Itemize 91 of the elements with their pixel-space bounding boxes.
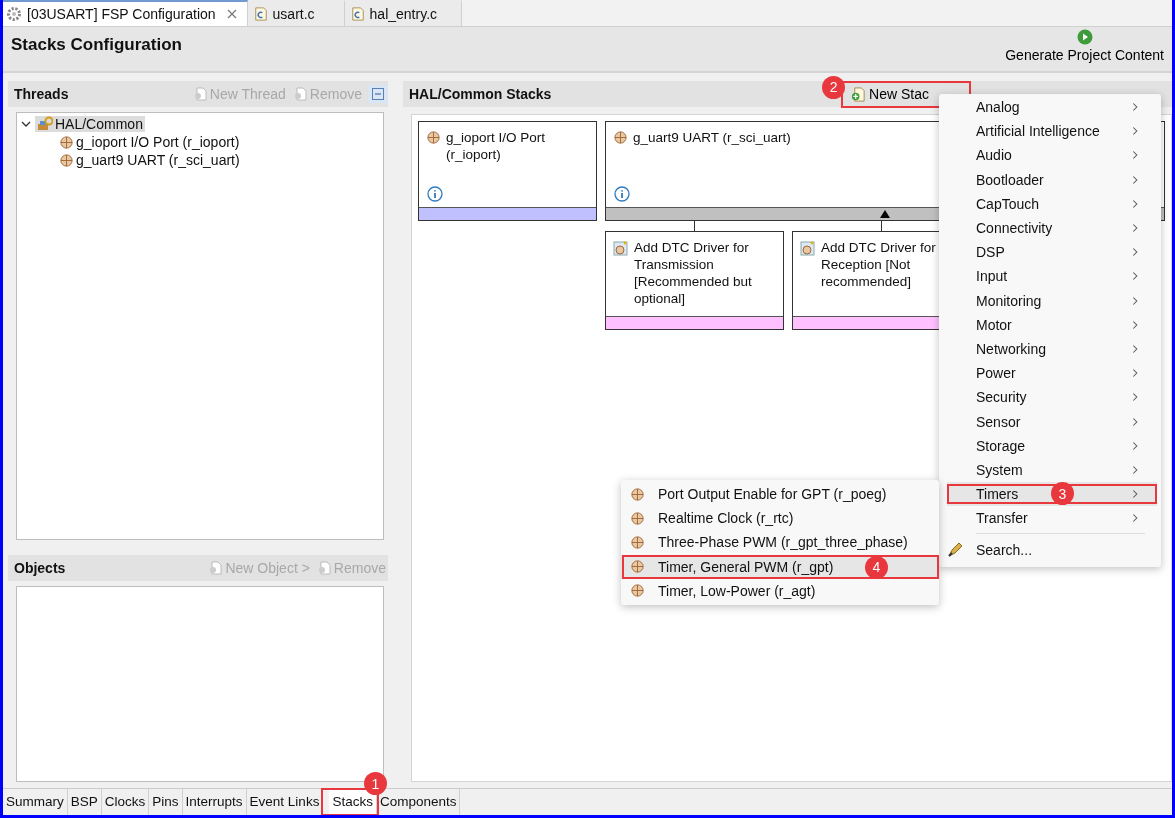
- menu-item[interactable]: Three-Phase PWM (r_gpt_three_phase): [621, 530, 939, 555]
- collapse-triangle-icon[interactable]: [880, 210, 890, 218]
- page-tab[interactable]: BSP: [67, 789, 102, 815]
- module-icon: [800, 240, 816, 256]
- module-icon: [613, 240, 629, 256]
- chevron-icon: [1132, 150, 1139, 161]
- tree-item[interactable]: g_uart9 UART (r_sci_uart): [57, 152, 242, 168]
- tab-label: [03USART] FSP Configuration: [27, 6, 216, 22]
- c-file-icon: [253, 6, 268, 22]
- menu-item[interactable]: Transfer: [939, 506, 1161, 531]
- chevron-icon: [1132, 464, 1139, 475]
- expand-chevron-icon[interactable]: [21, 119, 31, 129]
- add-page-icon: [851, 86, 867, 102]
- menu-item[interactable]: CapTouch: [939, 191, 1161, 216]
- page-tab[interactable]: Interrupts: [182, 789, 247, 815]
- menu-item[interactable]: Sensor: [939, 409, 1161, 434]
- chevron-icon: [1132, 440, 1139, 451]
- pen-icon: [947, 542, 963, 559]
- panel-title: Threads: [14, 86, 69, 102]
- page-icon: [317, 561, 332, 575]
- card-title: Add DTC Driver for Reception [Not recommended]: [821, 239, 937, 290]
- generate-button[interactable]: Generate Project Content: [1005, 27, 1164, 63]
- page-tab[interactable]: Event Links: [246, 789, 324, 815]
- chevron-icon: [1132, 126, 1139, 137]
- card-title: g_uart9 UART (r_sci_uart): [633, 129, 791, 146]
- page-tab[interactable]: Stacks: [329, 789, 377, 815]
- menu-item[interactable]: Security: [939, 385, 1161, 410]
- crosshair-icon: [426, 130, 441, 145]
- menu-item[interactable]: Bootloader: [939, 167, 1161, 192]
- page-icon: [293, 87, 308, 101]
- menu-item[interactable]: Networking: [939, 336, 1161, 362]
- close-icon[interactable]: [226, 9, 237, 19]
- chevron-icon: [1132, 319, 1139, 330]
- info-icon[interactable]: [614, 186, 630, 202]
- crosshair-icon: [630, 583, 645, 599]
- chevron-icon: [1132, 368, 1139, 379]
- menu-item[interactable]: Search...: [939, 537, 1161, 564]
- page-icon: [193, 87, 208, 101]
- page-tab[interactable]: Summary: [3, 789, 68, 815]
- panel-title: Objects: [14, 560, 66, 576]
- step-number: 2: [822, 75, 846, 99]
- crosshair-icon: [59, 152, 74, 168]
- tab-label: usart.c: [272, 6, 315, 22]
- crosshair-icon: [630, 510, 645, 526]
- page-tab[interactable]: Pins: [149, 789, 183, 815]
- crosshair-icon: [613, 130, 628, 145]
- menu-item[interactable]: Realtime Clock (r_rtc): [621, 506, 939, 531]
- menu-item[interactable]: Power: [939, 361, 1161, 386]
- panel-title: HAL/Common Stacks: [409, 86, 552, 102]
- crosshair-icon: [59, 134, 74, 150]
- page-title: Stacks Configuration: [11, 35, 182, 55]
- chevron-icon: [1132, 271, 1139, 282]
- chevron-icon: [1132, 295, 1139, 306]
- editor-tab[interactable]: [03USART] FSP Configuration: [3, 0, 248, 26]
- c-file-icon: [350, 6, 365, 22]
- collapse-all-button[interactable]: [368, 85, 388, 103]
- menu-item[interactable]: Audio: [939, 143, 1161, 168]
- tree-item[interactable]: g_ioport I/O Port (r_ioport): [57, 134, 242, 150]
- menu-item[interactable]: Timer, Low-Power (r_agt): [621, 578, 939, 603]
- editor-tab[interactable]: hal_entry.c: [344, 0, 462, 26]
- menu-item[interactable]: Port Output Enable for GPT (r_poeg): [621, 482, 939, 507]
- editor-tab[interactable]: usart.c: [247, 0, 345, 26]
- menu-item[interactable]: System: [939, 457, 1161, 482]
- stack-card[interactable]: g_ioport I/O Port (r_ioport): [418, 121, 597, 221]
- chevron-icon: [1132, 223, 1139, 234]
- chevron-icon: [1132, 198, 1139, 209]
- menu-item[interactable]: Artificial Intelligence: [939, 119, 1161, 144]
- card-title: Add DTC Driver for Transmission [Recommended but optional]: [634, 239, 753, 307]
- chevron-icon: [1132, 513, 1139, 524]
- chevron-icon: [1132, 102, 1139, 113]
- page-icon: [209, 561, 224, 575]
- play-icon: [1076, 29, 1093, 45]
- tab-label: hal_entry.c: [369, 6, 438, 22]
- stack-gear-icon: [37, 116, 53, 132]
- info-icon[interactable]: [427, 186, 443, 202]
- chevron-icon: [1132, 392, 1139, 403]
- tree-item[interactable]: HAL/Common: [35, 116, 145, 132]
- page-tab[interactable]: Clocks: [101, 789, 150, 815]
- crosshair-icon: [630, 486, 645, 502]
- page-tab[interactable]: Components: [376, 789, 461, 815]
- chevron-icon: [1132, 416, 1139, 427]
- chevron-icon: [1132, 174, 1139, 185]
- menu-item[interactable]: Storage: [939, 433, 1161, 458]
- chevron-icon: [1132, 247, 1139, 258]
- chevron-icon: [1132, 489, 1139, 500]
- stack-card[interactable]: Add DTC Driver for Transmission [Recommended but optional]: [605, 231, 784, 330]
- crosshair-icon: [630, 534, 645, 550]
- crosshair-icon: [630, 559, 645, 575]
- chevron-icon: [1132, 343, 1139, 354]
- gear-icon: [6, 6, 22, 22]
- card-title: g_ioport I/O Port (r_ioport): [446, 129, 547, 163]
